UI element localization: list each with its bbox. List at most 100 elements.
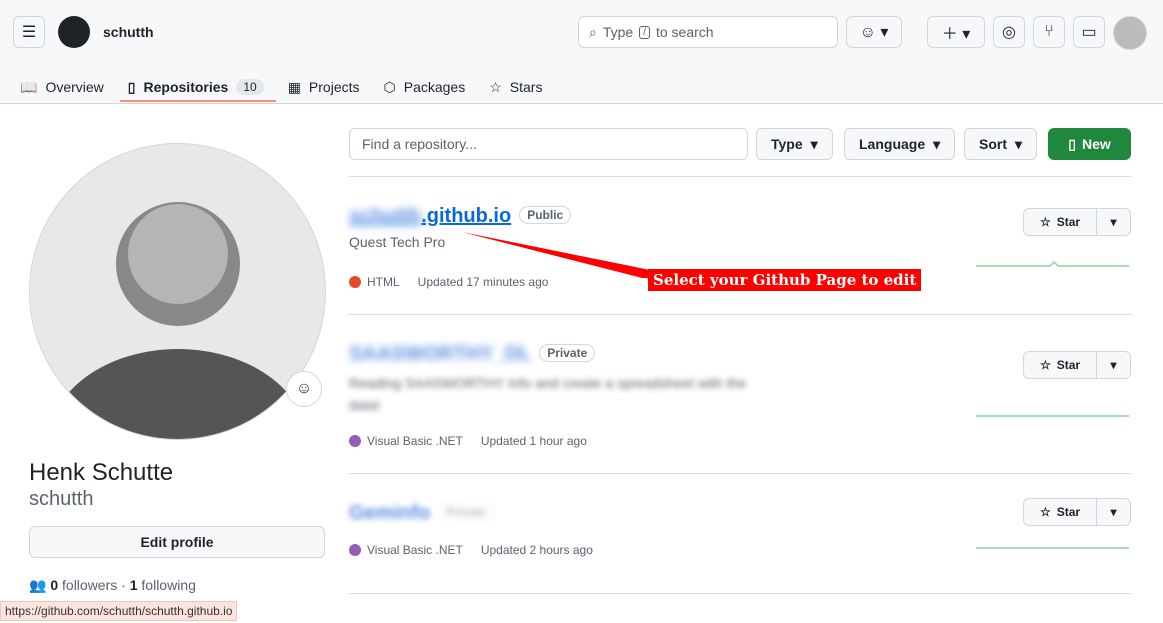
divider — [349, 593, 1131, 594]
tab-stars[interactable]: ☆ Stars — [489, 64, 554, 102]
repo-name-blurred: Geminfo — [349, 502, 431, 524]
repo-description: Reading SAASWORTHY Info and create a spr… — [349, 375, 747, 413]
copilot-icon: ☺ ▾ — [859, 24, 889, 41]
tab-packages[interactable]: ⬡ Packages — [384, 64, 478, 102]
table-icon: ▦ — [287, 78, 301, 95]
issues-button[interactable]: ◎ — [993, 16, 1025, 48]
github-logo-icon[interactable] — [58, 16, 90, 48]
visibility-badge: Private — [539, 344, 596, 362]
star-button[interactable]: ☆ Star ▾ — [1023, 351, 1131, 379]
caret-down-icon: ▾ — [810, 135, 818, 152]
repo-updated: Updated 1 hour ago — [480, 434, 587, 448]
tab-label: Overview — [45, 79, 104, 95]
star-label: Star — [1056, 505, 1081, 519]
sort-label: Sort — [979, 136, 1007, 152]
repo-link[interactable]: schutth.github.io — [349, 205, 511, 227]
star-button[interactable]: ☆ Star ▾ — [1023, 208, 1131, 236]
repo-icon: ▯ — [127, 78, 136, 95]
star-icon: ☆ — [1039, 215, 1051, 229]
find-repository-input[interactable]: Find a repository... — [349, 128, 748, 160]
package-icon: ⬡ — [383, 78, 396, 95]
search-text: Type — [602, 24, 634, 40]
language-color-dot — [349, 276, 361, 288]
tab-label: Stars — [509, 79, 543, 95]
star-icon: ☆ — [1039, 505, 1051, 519]
activity-sparkline — [976, 260, 1129, 267]
annotation-callout: Select your Github Page to edit — [648, 269, 922, 291]
sort-button[interactable]: Sort ▾ — [964, 128, 1038, 160]
smiley-icon: ☺ — [295, 380, 313, 397]
tab-repositories[interactable]: ▯ Repositories 10 — [119, 64, 276, 102]
pull-requests-button[interactable]: ⑂ — [1033, 16, 1065, 48]
create-new-button[interactable]: ＋ ▾ — [927, 16, 985, 48]
activity-sparkline — [976, 547, 1129, 549]
star-button[interactable]: ☆ Star ▾ — [1023, 498, 1131, 526]
star-label: Star — [1056, 358, 1081, 372]
type-filter-button[interactable]: Type ▾ — [756, 128, 833, 160]
set-status-button[interactable]: ☺ — [286, 371, 322, 407]
profile-full-name: Henk Schutte — [29, 459, 174, 486]
search-key: / — [639, 25, 650, 39]
pull-request-icon: ⑂ — [1044, 23, 1054, 40]
divider — [349, 473, 1131, 474]
star-list-dropdown[interactable]: ▾ — [1097, 499, 1130, 525]
repo-language: HTML — [367, 275, 400, 289]
caret-down-icon: ▾ — [1015, 135, 1023, 152]
star-list-dropdown[interactable]: ▾ — [1097, 209, 1130, 235]
repo-icon: ▯ — [1068, 135, 1076, 152]
repo-count-badge: 10 — [236, 79, 264, 95]
inbox-button[interactable]: ▭ — [1073, 16, 1105, 48]
plus-icon: ＋ ▾ — [941, 26, 971, 43]
language-color-dot — [349, 435, 361, 447]
repo-item: Geminfo Private — [349, 502, 495, 525]
followers-label[interactable]: followers — [62, 577, 117, 593]
tab-projects[interactable]: ▦ Projects — [288, 64, 372, 102]
menu-button[interactable]: ☰ — [13, 16, 45, 48]
language-label: Language — [859, 136, 926, 152]
search-text-suffix: to search — [655, 24, 714, 40]
edit-profile-button[interactable]: Edit profile — [29, 526, 325, 558]
repo-name-blurred: schutth — [349, 205, 422, 227]
caret-down-icon: ▾ — [933, 135, 941, 152]
repo-meta: Visual Basic .NET Updated 1 hour ago — [349, 434, 587, 448]
tab-label: Repositories — [143, 79, 229, 95]
profile-login: schutth — [29, 488, 94, 510]
status-bar-url: https://github.com/schutth/schutth.githu… — [0, 601, 238, 621]
follow-stats: 👥 0 followers · 1 following — [29, 577, 196, 593]
star-list-dropdown[interactable]: ▾ — [1097, 352, 1130, 378]
language-filter-button[interactable]: Language ▾ — [844, 128, 956, 160]
tab-overview[interactable]: 📖 Overview — [20, 64, 116, 102]
visibility-badge: Private — [438, 503, 495, 521]
activity-sparkline — [976, 415, 1129, 417]
repo-meta: Visual Basic .NET Updated 2 hours ago — [349, 543, 593, 557]
followers-count[interactable]: 0 — [50, 577, 58, 593]
star-label: Star — [1056, 215, 1081, 229]
following-label[interactable]: following — [141, 577, 195, 593]
new-repository-button[interactable]: ▯ New — [1048, 128, 1131, 160]
app-header: ☰ schutth ⌕ Type / to search ☺ ▾ ＋ ▾ ◎ ⑂ ▭ … — [0, 0, 1163, 104]
hamburger-icon: ☰ — [21, 24, 37, 41]
repo-link[interactable]: Geminfo — [349, 502, 430, 524]
repo-link[interactable]: SAASWORTHY_DL — [349, 343, 531, 365]
divider — [349, 176, 1131, 177]
search-icon: ⌕ — [589, 23, 597, 40]
inbox-icon: ▭ — [1081, 24, 1097, 41]
repo-name-blurred: SAASWORTHY_DL — [349, 343, 532, 365]
repo-language: Visual Basic .NET — [367, 434, 463, 448]
repo-name-suffix: .github.io — [421, 205, 512, 227]
header-username[interactable]: schutth — [103, 24, 154, 40]
new-label: New — [1081, 136, 1111, 152]
repo-item: SAASWORTHY_DL Private Reading SAASWORTHY … — [349, 343, 749, 416]
following-count[interactable]: 1 — [130, 577, 138, 593]
search-input[interactable]: ⌕ Type / to search — [578, 16, 838, 48]
repo-updated: Updated 2 hours ago — [480, 543, 593, 557]
star-icon: ☆ — [489, 78, 502, 95]
tab-label: Projects — [308, 79, 360, 95]
language-color-dot — [349, 544, 361, 556]
copilot-button[interactable]: ☺ ▾ — [846, 16, 902, 48]
user-avatar[interactable] — [1113, 16, 1147, 50]
star-icon: ☆ — [1039, 358, 1051, 372]
type-label: Type — [771, 136, 803, 152]
tab-label: Packages — [403, 79, 466, 95]
profile-avatar[interactable] — [29, 143, 326, 440]
